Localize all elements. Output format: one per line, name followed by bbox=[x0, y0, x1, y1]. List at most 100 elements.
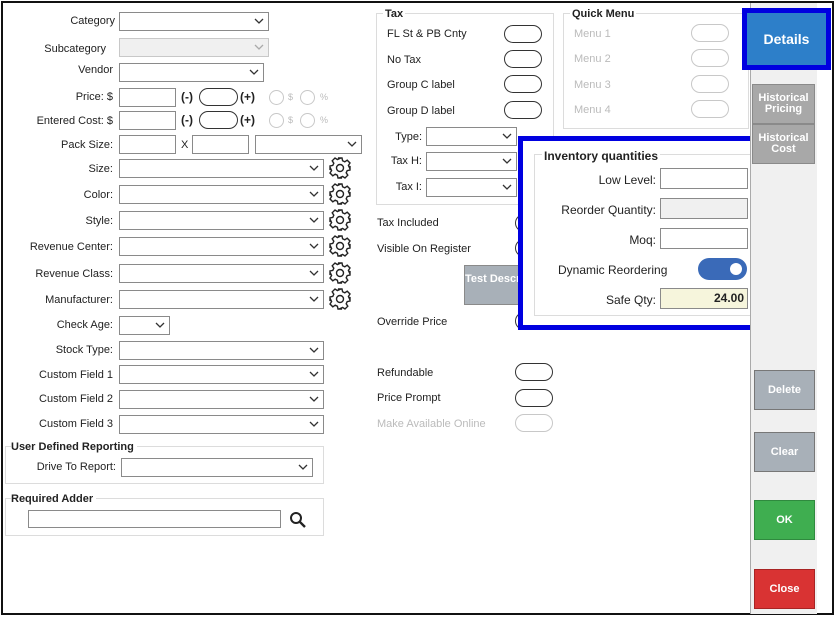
quick-menu-toggle[interactable] bbox=[691, 75, 729, 93]
ok-button[interactable]: OK bbox=[754, 500, 815, 540]
vendor-select[interactable] bbox=[119, 63, 264, 82]
tax-i-label: Tax I: bbox=[395, 181, 422, 193]
tax-item-toggle[interactable] bbox=[504, 75, 542, 93]
price-dollar-radio[interactable] bbox=[269, 90, 284, 105]
inventory-highlight-frame bbox=[518, 136, 769, 330]
quick-menu-toggle[interactable] bbox=[691, 24, 729, 42]
chevron-down-icon bbox=[502, 133, 512, 139]
subcategory-label: Subcategory bbox=[44, 43, 106, 55]
make-available-online-toggle[interactable] bbox=[515, 414, 553, 432]
chevron-down-icon bbox=[155, 322, 165, 328]
tax-item-toggle[interactable] bbox=[504, 25, 542, 43]
test-description-label: Test Descrip bbox=[465, 273, 524, 285]
tax-i-select[interactable] bbox=[426, 178, 517, 197]
revenue-center-label: Revenue Center: bbox=[29, 241, 113, 253]
style-select[interactable] bbox=[119, 211, 324, 230]
quick-menu-item-label: Menu 3 bbox=[574, 79, 611, 91]
cost-dollar-radio[interactable] bbox=[269, 113, 284, 128]
test-description-button[interactable]: Test Descrip bbox=[464, 265, 524, 305]
revenue-class-gear-icon[interactable] bbox=[328, 261, 352, 285]
manufacturer-select[interactable] bbox=[119, 290, 324, 309]
custom-field-3-select[interactable] bbox=[119, 415, 324, 434]
historical-pricing-tab[interactable]: Historical Pricing bbox=[752, 84, 815, 124]
stock-type-label: Stock Type: bbox=[55, 344, 113, 356]
pack-size-label: Pack Size: bbox=[61, 139, 113, 151]
color-gear-icon[interactable] bbox=[328, 182, 352, 206]
search-icon[interactable] bbox=[289, 511, 307, 529]
cost-sign-toggle[interactable] bbox=[199, 111, 238, 129]
color-select[interactable] bbox=[119, 185, 324, 204]
category-select[interactable] bbox=[119, 12, 269, 31]
visible-on-register-label: Visible On Register bbox=[377, 243, 471, 255]
tax-item-toggle[interactable] bbox=[504, 50, 542, 68]
manufacturer-gear-icon[interactable] bbox=[328, 287, 352, 311]
subcategory-select[interactable] bbox=[119, 38, 269, 57]
drive-to-report-label: Drive To Report: bbox=[36, 461, 116, 473]
stock-type-select[interactable] bbox=[119, 341, 324, 360]
manufacturer-label: Manufacturer: bbox=[45, 294, 113, 306]
pack-size-input[interactable] bbox=[119, 135, 176, 154]
tax-h-select[interactable] bbox=[426, 152, 517, 171]
vendor-label: Vendor bbox=[78, 64, 113, 76]
style-gear-icon[interactable] bbox=[328, 208, 352, 232]
quick-menu-toggle[interactable] bbox=[691, 49, 729, 67]
custom-field-3-label: Custom Field 3 bbox=[39, 418, 113, 430]
custom-field-2-select[interactable] bbox=[119, 390, 324, 409]
custom-field-1-select[interactable] bbox=[119, 365, 324, 384]
chevron-down-icon bbox=[309, 396, 319, 402]
clear-button[interactable]: Clear bbox=[754, 432, 815, 472]
refundable-toggle[interactable] bbox=[515, 363, 553, 381]
chevron-down-icon bbox=[309, 243, 319, 249]
chevron-down-icon bbox=[309, 217, 319, 223]
revenue-center-gear-icon[interactable] bbox=[328, 234, 352, 258]
quick-menu-toggle[interactable] bbox=[691, 100, 729, 118]
tax-title: Tax bbox=[383, 8, 406, 20]
check-age-select[interactable] bbox=[119, 316, 170, 335]
quick-menu-item-label: Menu 2 bbox=[574, 53, 611, 65]
custom-field-2-label: Custom Field 2 bbox=[39, 393, 113, 405]
price-sign-toggle[interactable] bbox=[199, 88, 238, 106]
price-prompt-label: Price Prompt bbox=[377, 392, 441, 404]
make-available-online-label: Make Available Online bbox=[377, 418, 486, 430]
size-label: Size: bbox=[88, 163, 113, 175]
pack-qty-input[interactable] bbox=[192, 135, 249, 154]
size-gear-icon[interactable] bbox=[328, 156, 352, 180]
custom-field-1-label: Custom Field 1 bbox=[39, 369, 113, 381]
historical-cost-tab[interactable]: Historical Cost bbox=[752, 124, 815, 164]
required-adder-input[interactable] bbox=[28, 510, 281, 528]
revenue-class-label: Revenue Class: bbox=[35, 268, 113, 280]
chevron-down-icon bbox=[502, 184, 512, 190]
size-select[interactable] bbox=[119, 159, 324, 178]
tax-item-toggle[interactable] bbox=[504, 101, 542, 119]
cost-minus-label: (-) bbox=[181, 113, 193, 127]
cost-dollar-label: $ bbox=[288, 115, 294, 125]
price-percent-radio[interactable] bbox=[300, 90, 315, 105]
chevron-down-icon bbox=[347, 141, 357, 147]
details-label: Details bbox=[763, 31, 810, 47]
chevron-down-icon bbox=[309, 347, 319, 353]
check-age-label: Check Age: bbox=[56, 319, 113, 331]
delete-button[interactable]: Delete bbox=[754, 370, 815, 410]
category-label: Category bbox=[70, 15, 115, 27]
cost-percent-radio[interactable] bbox=[300, 113, 315, 128]
chevron-down-icon bbox=[309, 371, 319, 377]
details-tab[interactable]: Details bbox=[742, 8, 831, 70]
tax-type-select[interactable] bbox=[426, 127, 517, 146]
entered-cost-input[interactable] bbox=[119, 111, 176, 130]
tax-type-label: Type: bbox=[395, 131, 422, 143]
price-percent-label: % bbox=[320, 92, 329, 102]
revenue-class-select[interactable] bbox=[119, 264, 324, 283]
price-label: Price: $ bbox=[75, 91, 113, 103]
tax-included-label: Tax Included bbox=[377, 217, 439, 229]
close-button[interactable]: Close bbox=[754, 569, 815, 609]
quick-menu-title: Quick Menu bbox=[570, 8, 637, 20]
drive-to-report-select[interactable] bbox=[121, 458, 313, 477]
pack-unit-select[interactable] bbox=[255, 135, 362, 154]
color-label: Color: bbox=[83, 189, 113, 201]
chevron-down-icon bbox=[249, 69, 259, 75]
price-prompt-toggle[interactable] bbox=[515, 389, 553, 407]
quick-menu-item-label: Menu 1 bbox=[574, 28, 611, 40]
revenue-center-select[interactable] bbox=[119, 237, 324, 256]
price-input[interactable] bbox=[119, 88, 176, 107]
chevron-down-icon bbox=[309, 191, 319, 197]
